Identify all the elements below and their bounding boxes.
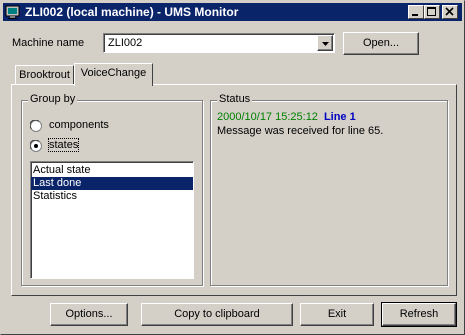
open-button[interactable]: Open... — [343, 32, 419, 55]
status-header: 2000/10/17 15:25:12 Line 1 — [217, 111, 356, 123]
monitor-app-icon — [5, 4, 21, 20]
status-message: Message was received for line 65. — [217, 125, 384, 137]
status-title: Status — [217, 93, 253, 105]
maximize-icon — [427, 7, 436, 16]
options-button[interactable]: Options... — [50, 303, 128, 326]
voicechange-panel: Group by components states Actual state … — [11, 84, 457, 296]
refresh-button[interactable]: Refresh — [381, 302, 457, 327]
group-list[interactable]: Actual state Last done Statistics — [30, 161, 194, 279]
list-item-last-done[interactable]: Last done — [31, 177, 193, 190]
machine-name-label: Machine name — [12, 37, 85, 49]
close-icon — [445, 7, 454, 16]
dropdown-button[interactable] — [317, 35, 333, 51]
list-item-actual-state[interactable]: Actual state — [31, 164, 193, 177]
group-by-box: Group by components states Actual state … — [21, 93, 203, 286]
app-window: ZLI002 (local machine) - UMS Monitor Mac… — [0, 0, 465, 335]
tab-voicechange[interactable]: VoiceChange — [74, 63, 153, 86]
window-title: ZLI002 (local machine) - UMS Monitor — [25, 5, 239, 19]
radio-states[interactable] — [30, 140, 42, 152]
machine-name-combobox[interactable]: ZLI002 — [103, 33, 335, 53]
minimize-button[interactable] — [408, 5, 424, 19]
tab-brooktrout[interactable]: Brooktrout — [15, 65, 74, 85]
title-bar[interactable]: ZLI002 (local machine) - UMS Monitor — [3, 3, 462, 21]
machine-name-value: ZLI002 — [108, 37, 143, 49]
exit-button[interactable]: Exit — [300, 303, 374, 326]
group-by-title: Group by — [28, 93, 78, 105]
status-timestamp: 2000/10/17 15:25:12 — [217, 111, 318, 123]
minimize-icon — [412, 14, 418, 16]
radio-components-label[interactable]: components — [49, 119, 109, 131]
copy-to-clipboard-button[interactable]: Copy to clipboard — [141, 303, 293, 326]
status-line: Line 1 — [323, 111, 356, 123]
radio-components[interactable] — [30, 120, 42, 132]
tab-voicechange-label: VoiceChange — [80, 67, 147, 79]
list-item-statistics[interactable]: Statistics — [31, 190, 193, 203]
radio-states-label[interactable]: states — [47, 138, 80, 152]
close-button[interactable] — [442, 5, 458, 19]
status-box: Status 2000/10/17 15:25:12 Line 1 Message… — [210, 93, 448, 286]
chevron-down-icon — [322, 42, 329, 46]
maximize-button[interactable] — [424, 5, 440, 19]
